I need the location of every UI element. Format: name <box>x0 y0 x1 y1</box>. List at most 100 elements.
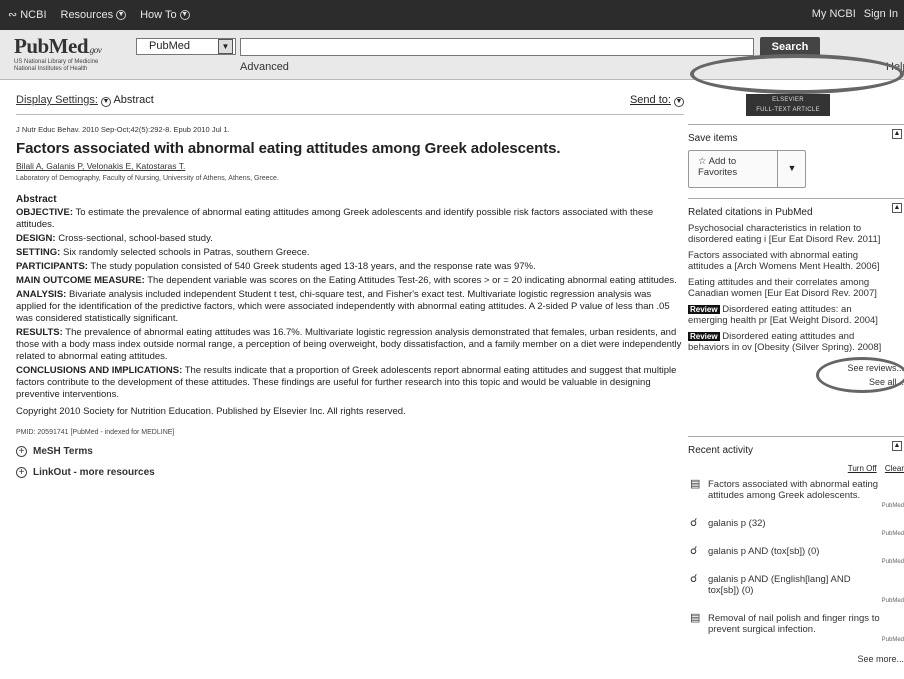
advanced-search-link[interactable]: Advanced <box>240 61 289 73</box>
abstract-body: OBJECTIVE: To estimate the prevalence of… <box>16 207 684 401</box>
search-icon: ☌ <box>690 546 698 557</box>
activity-source: PubMed <box>881 531 904 537</box>
dropdown-arrow-icon[interactable]: ▼ <box>218 39 233 54</box>
document-icon: ▤ <box>690 613 701 624</box>
affiliation: Laboratory of Demography, Faculty of Nur… <box>16 175 279 182</box>
section-label: PARTICIPANTS: <box>16 261 88 272</box>
display-settings-row: Display Settings: ▼ Abstract Send to: ▼ <box>16 88 684 110</box>
collapse-icon[interactable]: ▲ <box>892 129 902 139</box>
related-citation-link[interactable]: Factors associated with abnormal eating a… <box>688 250 904 272</box>
favorites-label: ☆ Add to Favorites <box>698 156 737 178</box>
ncbi-logo-icon: ∾ <box>8 9 18 21</box>
activity-text: Factors associated with abnormal eating <box>708 479 879 490</box>
mesh-terms-toggle[interactable]: + MeSH Terms <box>16 446 684 457</box>
activity-controls: Turn Off Clear <box>688 464 904 473</box>
send-to-menu[interactable]: Send to: ▼ <box>630 94 684 107</box>
ncbi-label: NCBI <box>20 8 47 21</box>
add-to-label: Add to <box>708 156 737 167</box>
nlm-label: US National Library of Medicine <box>14 59 99 65</box>
abstract-section: SETTING: Six randomly selected schools i… <box>16 247 684 259</box>
activity-text: Removal of nail polish and finger rings … <box>708 613 880 624</box>
main-content: Display Settings: ▼ Abstract Send to: ▼ … <box>16 88 684 478</box>
activity-source: PubMed <box>881 598 904 604</box>
collapse-icon[interactable]: ▲ <box>892 203 902 213</box>
abstract-heading: Abstract <box>16 194 57 205</box>
recent-activity-item[interactable]: ☌ galanis p AND (English[lang] AND tox[s… <box>688 574 904 607</box>
citation-line: attitudes a [Arch Womens Ment Health. 20… <box>688 261 880 272</box>
expand-plus-icon: + <box>16 446 27 457</box>
search-input[interactable] <box>240 38 754 56</box>
section-label: ANALYSIS: <box>16 289 67 300</box>
citation-line: Disordered eating attitudes and <box>722 331 855 342</box>
citation-line: Factors associated with abnormal eating <box>688 250 859 261</box>
citation-line: Disordered eating attitudes: an <box>722 304 852 315</box>
section-text: Cross-sectional, school-based study. <box>58 233 213 244</box>
my-ncbi-link[interactable]: My NCBI <box>812 8 856 20</box>
sign-in-link[interactable]: Sign In <box>864 8 898 20</box>
nih-label: National Institutes of Health <box>14 66 88 72</box>
ncbi-home-link[interactable]: ∾ NCBI <box>8 8 47 22</box>
activity-text: galanis p (32) <box>708 518 766 529</box>
turn-off-link[interactable]: Turn Off <box>848 464 877 473</box>
panel-title: Related citations in PubMed <box>688 207 813 218</box>
section-text: To estimate the prevalence of abnormal e… <box>16 207 654 230</box>
see-more-link[interactable]: See more... <box>688 654 904 664</box>
section-label: OBJECTIVE: <box>16 207 74 218</box>
linkout-label: LinkOut - more resources <box>33 467 155 478</box>
star-icon: ☆ <box>698 156 707 167</box>
mesh-terms-label: MeSH Terms <box>33 446 93 457</box>
activity-text: prevent surgical infection. <box>708 624 816 635</box>
recent-activity-item[interactable]: ☌ galanis p (32) PubMed <box>688 518 904 540</box>
resources-menu[interactable]: Resources ▼ <box>61 9 127 21</box>
citation-line: emerging health pr [Eat Weight Disord. 2… <box>688 315 878 326</box>
panel-title: Recent activity <box>688 445 754 456</box>
favorites-text: Favorites <box>698 167 738 178</box>
add-to-favorites-button[interactable]: ☆ Add to Favorites ▼ <box>688 150 806 188</box>
howto-menu[interactable]: How To ▼ <box>140 9 190 21</box>
panel-title: Save items <box>688 133 738 144</box>
collapse-icon[interactable]: ▲ <box>892 441 902 451</box>
recent-activity-panel: Recent activity ▲ Turn Off Clear ▤ Facto… <box>688 436 904 679</box>
elsevier-full-text-link[interactable]: ELSEVIER FULL-TEXT ARTICLE <box>746 94 830 116</box>
related-citations-panel: Related citations in PubMed ▲ Psychosoci… <box>688 198 904 428</box>
copyright-notice: Copyright 2010 Society for Nutrition Edu… <box>16 406 406 417</box>
section-label: CONCLUSIONS AND IMPLICATIONS: <box>16 365 183 376</box>
section-text: The prevalence of abnormal eating attitu… <box>16 327 682 362</box>
elsevier-label: ELSEVIER <box>772 97 804 103</box>
divider <box>16 114 684 115</box>
article-title: Factors associated with abnormal eating … <box>16 140 561 157</box>
activity-text: galanis p AND (English[lang] AND <box>708 574 851 585</box>
recent-activity-item[interactable]: ▤ Removal of nail polish and finger ring… <box>688 613 904 646</box>
related-citation-link[interactable]: Psychosocial characteristics in relation… <box>688 223 904 245</box>
abstract-section: ANALYSIS: Bivariate analysis included in… <box>16 289 684 325</box>
citation-line: Eating attitudes and their correlates am… <box>688 277 870 288</box>
recent-activity-item[interactable]: ▤ Factors associated with abnormal eatin… <box>688 479 904 512</box>
highlight-oval <box>816 357 904 393</box>
section-label: RESULTS: <box>16 327 63 338</box>
chevron-down-icon[interactable]: ▼ <box>777 151 806 187</box>
brand-name: PubMed <box>14 34 89 58</box>
chevron-down-icon: ▼ <box>101 97 111 107</box>
resources-label: Resources <box>60 8 114 21</box>
linkout-toggle[interactable]: + LinkOut - more resources <box>16 467 684 478</box>
review-badge: Review <box>688 332 720 341</box>
recent-activity-item[interactable]: ☌ galanis p AND (tox[sb]) (0) PubMed <box>688 546 904 568</box>
display-settings[interactable]: Display Settings: ▼ Abstract <box>16 94 154 107</box>
journal-citation[interactable]: J Nutr Educ Behav. 2010 Sep-Oct;42(5):29… <box>16 125 684 134</box>
abstract-section: DESIGN: Cross-sectional, school-based st… <box>16 233 684 245</box>
section-label: DESIGN: <box>16 233 56 244</box>
section-text: Bivariate analysis included independent … <box>16 289 670 324</box>
chevron-down-icon: ▼ <box>116 9 127 20</box>
section-text: The dependent variable was scores on the… <box>147 275 677 286</box>
abstract-section: PARTICIPANTS: The study population consi… <box>16 261 684 273</box>
related-citation-link[interactable]: Eating attitudes and their correlates am… <box>688 277 904 299</box>
author-list[interactable]: Bilali A, Galanis P, Velonakis E, Katost… <box>16 161 684 171</box>
related-citation-link[interactable]: Review Disordered eating attitudes and be… <box>688 331 904 353</box>
pubmed-logo[interactable]: PubMed.gov US National Library of Medici… <box>14 34 124 73</box>
chevron-down-icon: ▼ <box>179 9 190 20</box>
clear-link[interactable]: Clear <box>885 464 904 473</box>
related-citation-link[interactable]: Review Disordered eating attitudes: an em… <box>688 304 904 326</box>
section-label: SETTING: <box>16 247 61 258</box>
display-settings-label: Display Settings: <box>16 94 98 106</box>
document-icon: ▤ <box>690 479 701 490</box>
